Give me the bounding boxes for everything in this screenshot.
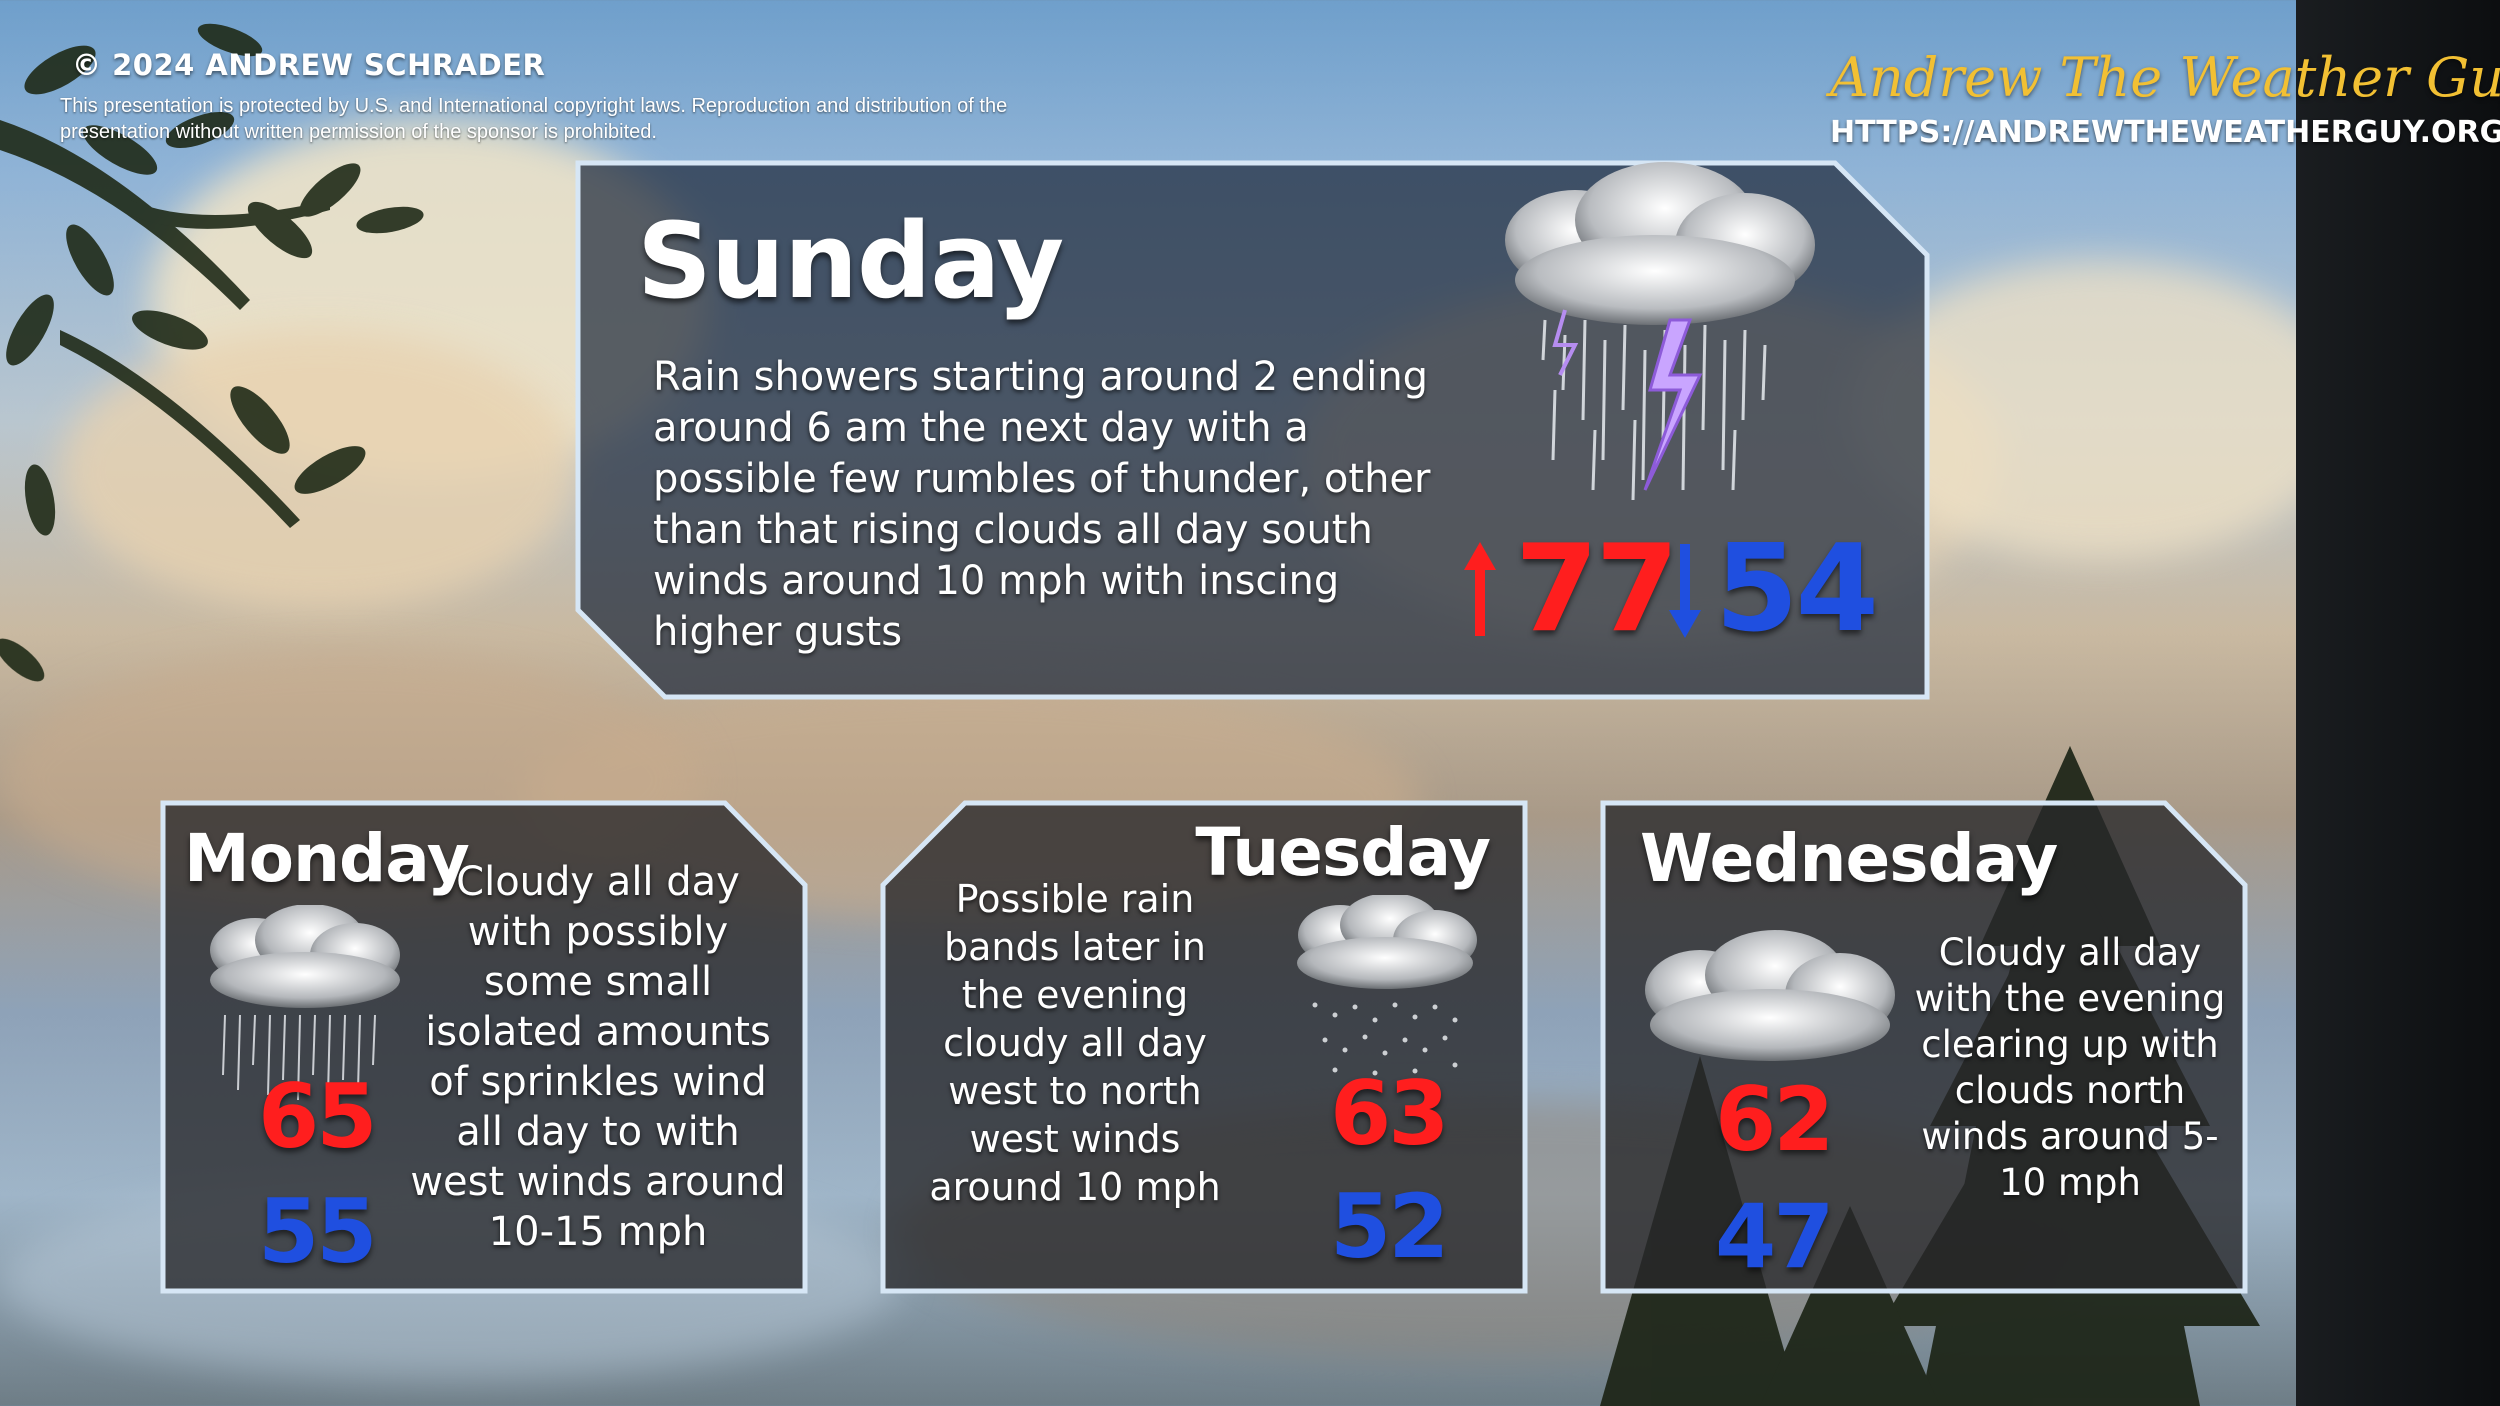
- high-temp: 77: [1515, 520, 1679, 659]
- high-arrow-icon: [1464, 542, 1496, 636]
- day-description: Rain showers starting around 2 ending ar…: [653, 354, 1431, 655]
- legal-notice: This presentation is protected by U.S. a…: [60, 95, 1008, 143]
- thunderstorm-icon: [1505, 162, 1815, 501]
- brand-block: Andrew The Weather Guy HTTPS://ANDREWTHE…: [1830, 46, 2500, 150]
- high-temp: 62: [1715, 1068, 1834, 1171]
- cloud-icon: [1645, 930, 1895, 1061]
- day-title: Sunday: [637, 200, 1064, 322]
- day-description: Possible rain bands later in the evening…: [929, 877, 1221, 1209]
- low-temp: 54: [1715, 520, 1879, 659]
- low-temp: 52: [1330, 1175, 1449, 1278]
- wednesday-panel: Wednesday 62 47 Cloudy all day with the …: [1600, 800, 2248, 1294]
- day-description: Cloudy all day with the evening clearing…: [1914, 931, 2226, 1204]
- brand-url[interactable]: HTTPS://ANDREWTHEWEATHERGUY.ORG: [1830, 115, 2500, 150]
- day-title: Tuesday: [1195, 814, 1491, 891]
- tuesday-panel: Tuesday Possible rain bands later in the…: [880, 800, 1528, 1294]
- low-arrow-icon: [1669, 544, 1701, 638]
- high-temp: 63: [1330, 1062, 1449, 1165]
- day-description: Cloudy all day with possibly some small …: [410, 859, 786, 1255]
- brand-name: Andrew The Weather Guy: [1830, 46, 2500, 109]
- sunday-panel: Sunday Rain showers starting around 2 en…: [575, 160, 1930, 700]
- low-temp: 55: [258, 1180, 377, 1283]
- day-title: Wednesday: [1640, 820, 2058, 897]
- monday-panel: Monday 65 55 Cloudy all day with possibl…: [160, 800, 808, 1294]
- window-frame: [2296, 0, 2500, 1406]
- copyright-text: © 2024 ANDREW SCHRADER: [72, 48, 546, 82]
- drizzle-icon: [1297, 895, 1477, 1076]
- low-temp: 47: [1715, 1185, 1834, 1288]
- high-temp: 65: [258, 1065, 377, 1168]
